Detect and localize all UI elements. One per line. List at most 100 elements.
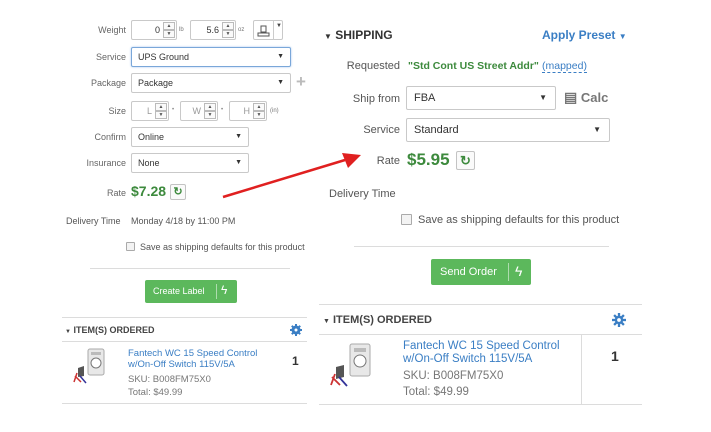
confirm-label: Confirm — [94, 132, 126, 142]
chevron-up-icon[interactable]: ▲ — [204, 103, 216, 111]
weight-oz-input[interactable]: 5.6 ▲ ▼ — [190, 20, 236, 40]
delivery-time-label: Delivery Time — [329, 188, 396, 200]
chevron-down-icon[interactable]: ▼ — [204, 111, 216, 119]
save-defaults-checkbox[interactable] — [126, 242, 135, 251]
size-separator: • — [172, 107, 175, 113]
lightning-icon: ϟ — [515, 263, 523, 279]
chevron-down-icon[interactable]: ▼ — [163, 30, 175, 38]
create-label-button[interactable]: Create Label ϟ — [145, 280, 237, 303]
rate-value: $7.28 — [131, 183, 167, 199]
divider — [319, 404, 642, 405]
size-length-input[interactable]: L ▲ ▼ — [131, 101, 169, 121]
apply-preset-button[interactable]: Apply Preset ▼ — [542, 28, 627, 42]
product-image[interactable] — [326, 340, 388, 390]
rate-label: Rate — [106, 188, 126, 198]
chevron-down-icon[interactable]: ▼ — [222, 30, 234, 38]
requested-service-value: "Std Cont US Street Addr" — [408, 60, 539, 72]
chevron-down-icon: ▼ — [277, 53, 284, 60]
add-package-icon[interactable]: + — [296, 72, 306, 92]
chevron-up-icon[interactable]: ▲ — [163, 22, 175, 30]
divider — [62, 317, 307, 318]
caret-down-icon: ▼ — [324, 32, 332, 41]
ship-from-select[interactable]: FBA ▼ — [406, 86, 556, 110]
chevron-down-icon[interactable]: ▼ — [155, 111, 167, 119]
caret-down-icon: ▼ — [618, 32, 627, 41]
calc-button[interactable]: ▤ Calc — [564, 89, 608, 106]
size-separator: • — [221, 107, 224, 113]
weight-lb-input[interactable]: 0 ▲ ▼ — [131, 20, 177, 40]
product-sku: SKU: B008FM75X0 — [128, 374, 211, 385]
rate-value: $5.95 — [407, 150, 450, 169]
product-total: Total: $49.99 — [128, 387, 183, 398]
chevron-up-icon[interactable]: ▲ — [222, 22, 234, 30]
product-title-line2[interactable]: w/On-Off Switch 115V/5A — [403, 353, 532, 365]
product-title-line2[interactable]: w/On-Off Switch 115V/5A — [128, 359, 235, 370]
product-title-line1[interactable]: Fantech WC 15 Speed Control — [128, 348, 257, 359]
chevron-down-icon[interactable]: ▼ — [253, 111, 265, 119]
mapped-link[interactable]: (mapped) — [542, 60, 587, 73]
rate-label: Rate — [376, 155, 400, 167]
product-title-line1[interactable]: Fantech WC 15 Speed Control — [403, 340, 560, 352]
divider — [62, 403, 307, 404]
chevron-down-icon: ▼ — [593, 125, 601, 134]
caret-down-icon: ▼ — [65, 329, 71, 335]
requested-label: Requested — [346, 60, 400, 72]
product-total: Total: $49.99 — [403, 386, 469, 398]
gear-icon[interactable] — [290, 324, 302, 336]
chevron-down-icon: ▼ — [277, 79, 284, 86]
divider — [90, 268, 290, 269]
column-divider — [581, 334, 582, 404]
chevron-up-icon[interactable]: ▲ — [253, 103, 265, 111]
size-unit-label: (in) — [270, 108, 279, 114]
items-ordered-header[interactable]: ▼ ITEM(S) ORDERED — [323, 314, 432, 326]
save-defaults-label: Save as shipping defaults for this produ… — [418, 214, 620, 226]
lb-unit-label: lb — [179, 27, 184, 33]
package-label: Package — [90, 78, 126, 88]
service-label: Service — [95, 52, 126, 62]
size-height-input[interactable]: H ▲ ▼ — [229, 101, 267, 121]
service-select[interactable]: Standard ▼ — [406, 118, 610, 142]
send-order-button[interactable]: Send Order ϟ — [431, 259, 531, 285]
width-stepper[interactable]: ▲ ▼ — [204, 103, 216, 119]
insurance-label: Insurance — [86, 158, 126, 168]
weight-lb-stepper[interactable]: ▲ ▼ — [163, 22, 175, 38]
chevron-down-icon[interactable]: ▼ — [276, 23, 282, 29]
service-label: Service — [363, 124, 400, 136]
save-defaults-checkbox[interactable] — [401, 214, 412, 225]
size-label: Size — [108, 106, 126, 116]
product-image[interactable] — [70, 346, 120, 386]
ship-from-label: Ship from — [352, 93, 400, 105]
confirm-select[interactable]: Online ▼ — [131, 127, 249, 147]
divider — [354, 246, 609, 247]
delivery-time-label: Delivery Time — [66, 216, 121, 226]
oz-unit-label: oz — [238, 27, 245, 33]
chevron-down-icon: ▼ — [539, 93, 547, 102]
refresh-icon: ↻ — [460, 153, 471, 168]
scale-button[interactable]: ▼ — [253, 20, 283, 40]
refresh-rate-button[interactable]: ↻ — [170, 184, 186, 200]
weight-oz-stepper[interactable]: ▲ ▼ — [222, 22, 234, 38]
gear-icon[interactable] — [612, 313, 626, 327]
delivery-time-value: Monday 4/18 by 11:00 PM — [131, 216, 236, 226]
product-quantity: 1 — [292, 354, 299, 368]
refresh-rate-button[interactable]: ↻ — [456, 151, 475, 170]
lightning-icon: ϟ — [221, 283, 228, 297]
package-select[interactable]: Package ▼ — [131, 73, 291, 93]
shipping-header[interactable]: ▼ SHIPPING — [324, 28, 393, 42]
items-ordered-header[interactable]: ▼ ITEM(S) ORDERED — [65, 325, 154, 335]
save-defaults-label: Save as shipping defaults for this produ… — [140, 242, 305, 252]
height-stepper[interactable]: ▲ ▼ — [253, 103, 265, 119]
weight-label: Weight — [98, 25, 126, 35]
product-sku: SKU: B008FM75X0 — [403, 370, 504, 382]
divider — [62, 341, 307, 342]
product-quantity: 1 — [611, 348, 619, 364]
size-width-input[interactable]: W ▲ ▼ — [180, 101, 218, 121]
divider — [319, 304, 642, 305]
chevron-down-icon: ▼ — [235, 133, 242, 140]
refresh-icon: ↻ — [173, 186, 183, 198]
calculator-icon: ▤ — [564, 89, 578, 105]
length-stepper[interactable]: ▲ ▼ — [155, 103, 167, 119]
service-select[interactable]: UPS Ground ▼ — [131, 47, 291, 67]
chevron-up-icon[interactable]: ▲ — [155, 103, 167, 111]
caret-down-icon: ▼ — [323, 318, 330, 325]
